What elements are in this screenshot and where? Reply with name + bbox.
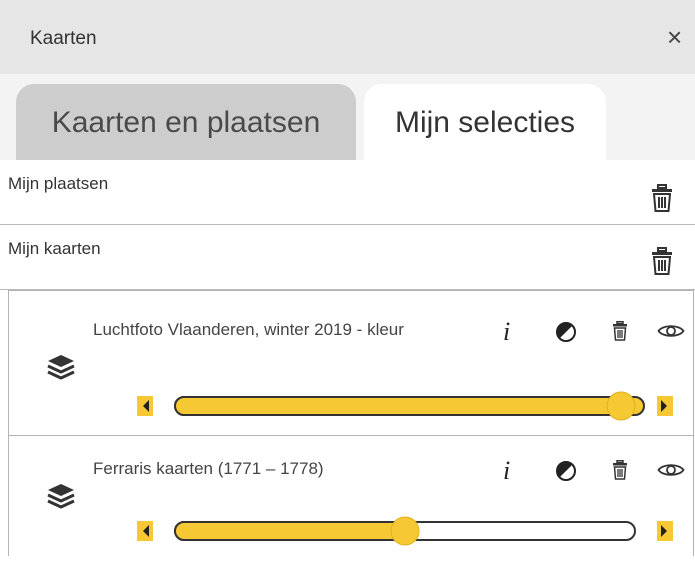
tab-kaarten-en-plaatsen[interactable]: Kaarten en plaatsen xyxy=(16,84,356,160)
layers-icon xyxy=(47,355,75,380)
tab-mijn-selecties[interactable]: Mijn selecties xyxy=(364,84,606,160)
info-icon[interactable]: i xyxy=(503,319,510,345)
tab-bar: Kaarten en plaatsen Mijn selecties xyxy=(0,74,695,160)
slider-handle xyxy=(606,391,636,421)
panel-title: Kaarten xyxy=(30,28,97,49)
slider-fill xyxy=(174,396,645,416)
trash-icon[interactable] xyxy=(612,321,628,341)
section-my-maps: Mijn kaarten xyxy=(0,225,695,290)
opacity-slider[interactable] xyxy=(135,516,675,546)
trash-icon[interactable] xyxy=(612,460,628,480)
layer-name: Ferraris kaarten (1771 – 1778) xyxy=(93,459,324,478)
contrast-icon[interactable] xyxy=(555,321,577,343)
opacity-slider[interactable] xyxy=(135,391,675,421)
slider-handle xyxy=(390,516,420,546)
layers-icon xyxy=(47,484,75,509)
section-my-places: Mijn plaatsen xyxy=(0,160,695,225)
panel-header: Kaarten × xyxy=(0,0,695,74)
eye-icon[interactable] xyxy=(657,323,685,339)
layer-name: Luchtfoto Vlaanderen, winter 2019 - kleu… xyxy=(93,320,404,339)
section-label-my-places: Mijn plaatsen xyxy=(8,174,109,193)
layer-item: Ferraris kaarten (1771 – 1778) i xyxy=(9,435,693,580)
contrast-icon[interactable] xyxy=(555,460,577,482)
info-icon[interactable]: i xyxy=(503,458,510,484)
section-label-my-maps: Mijn kaarten xyxy=(8,239,101,258)
layer-item: Luchtfoto Vlaanderen, winter 2019 - kleu… xyxy=(9,291,693,435)
eye-icon[interactable] xyxy=(657,462,685,478)
trash-icon[interactable] xyxy=(650,247,674,275)
close-icon[interactable]: × xyxy=(667,22,682,52)
trash-icon[interactable] xyxy=(650,184,674,212)
slider-fill xyxy=(174,521,415,541)
layer-list: Luchtfoto Vlaanderen, winter 2019 - kleu… xyxy=(8,290,694,556)
